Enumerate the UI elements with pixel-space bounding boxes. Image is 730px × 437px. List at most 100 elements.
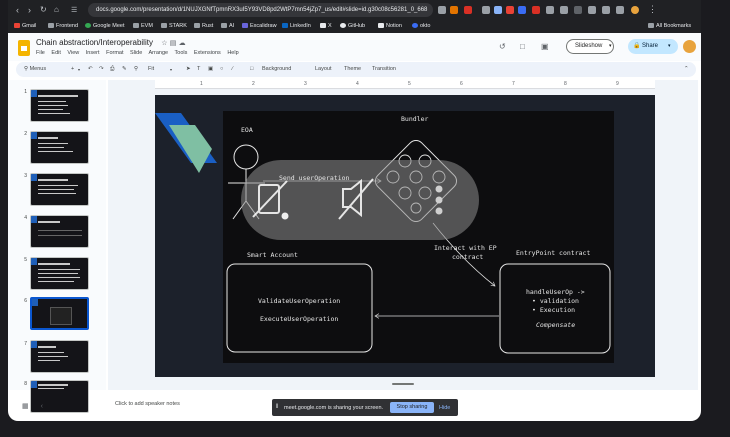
drag-handle-icon[interactable]: ‖ [276, 404, 278, 410]
image-icon[interactable]: ▣ [208, 66, 213, 72]
folder-icon [648, 23, 654, 28]
menu-insert[interactable]: Insert [86, 50, 100, 56]
tune-icon[interactable]: ☰ [71, 6, 77, 14]
collapse-panel-icon[interactable]: ‹ [41, 403, 43, 410]
resize-handle[interactable] [392, 383, 414, 385]
grid-view-icon[interactable]: ▦ [22, 403, 29, 410]
menu-edit[interactable]: Edit [51, 50, 60, 56]
background-button[interactable]: Background [262, 66, 291, 72]
extension-icon[interactable] [482, 6, 490, 14]
label-interact-2: contract [452, 253, 483, 261]
bookmark-item[interactable]: LinkedIn [282, 23, 311, 29]
slides-logo-icon[interactable] [18, 40, 30, 56]
menu-file[interactable]: File [36, 50, 45, 56]
slideshow-button[interactable]: Slideshow ▾ [566, 39, 614, 54]
theme-button[interactable]: Theme [344, 66, 361, 72]
line-icon[interactable]: ∕ [232, 66, 233, 72]
extension-icon[interactable] [574, 6, 582, 14]
stop-sharing-button[interactable]: Stop sharing [390, 402, 434, 413]
extension-icon[interactable] [494, 6, 502, 14]
history-icon[interactable]: ↺ [499, 42, 506, 51]
extension-icon[interactable] [546, 6, 554, 14]
menu-extensions[interactable]: Extensions [194, 50, 221, 56]
redo-icon[interactable]: ↷ [99, 66, 104, 72]
forward-icon[interactable]: › [28, 5, 31, 15]
transition-button[interactable]: Transition [372, 66, 396, 72]
extension-icon[interactable] [588, 6, 596, 14]
select-icon[interactable]: ➤ [186, 66, 191, 72]
notion-icon [378, 23, 384, 28]
move-icon[interactable]: ▤ [170, 40, 177, 47]
bookmark-item[interactable]: Excalidraw [242, 23, 277, 29]
comment-icon[interactable]: □ [520, 42, 525, 51]
browser-toolbar: ‹ › ↻ ⌂ ☰ docs.google.com/presentation/d… [8, 0, 701, 20]
search-menus[interactable]: ⚲ Menus [24, 66, 46, 72]
slide-thumbnail[interactable] [30, 173, 89, 206]
extension-icon[interactable] [560, 6, 568, 14]
undo-icon[interactable]: ↶ [88, 66, 93, 72]
bookmark-item[interactable]: AI [221, 23, 234, 29]
cloud-icon[interactable]: ☁ [179, 40, 186, 47]
zoom-select[interactable]: Fit [148, 66, 154, 72]
menu-arrange[interactable]: Arrange [149, 50, 169, 56]
menu-tools[interactable]: Tools [175, 50, 188, 56]
slide-number: 7 [24, 341, 27, 347]
slide-thumbnail[interactable] [30, 257, 89, 290]
all-bookmarks[interactable]: All Bookmarks [648, 23, 691, 29]
extension-icon[interactable] [506, 6, 514, 14]
bookmark-item[interactable]: Frontend [48, 23, 78, 29]
hide-button[interactable]: Hide [439, 405, 450, 411]
reload-icon[interactable]: ↻ [40, 5, 47, 14]
document-title[interactable]: Chain abstraction/Interoperability ☆ ▤ ☁ [36, 38, 186, 47]
zoom-icon[interactable]: ⚲ [134, 66, 138, 72]
extension-icon[interactable] [464, 6, 472, 14]
video-call-icon[interactable]: ▣ [541, 42, 549, 51]
extension-icon[interactable] [532, 6, 540, 14]
menu-slide[interactable]: Slide [130, 50, 142, 56]
home-icon[interactable]: ⌂ [54, 5, 59, 14]
bookmark-item[interactable]: Google Meet [85, 23, 125, 29]
menu-view[interactable]: View [67, 50, 79, 56]
slide-thumbnail[interactable] [30, 340, 89, 373]
chevron-down-icon[interactable]: ▾ [609, 40, 612, 53]
sidebar-icon[interactable] [616, 6, 624, 14]
extension-icon[interactable] [518, 6, 526, 14]
layout-button[interactable]: Layout [315, 66, 332, 72]
paint-format-icon[interactable]: ✎ [122, 66, 127, 72]
collapse-icon[interactable]: ⌃ [684, 66, 689, 72]
slide-thumbnail[interactable] [30, 131, 89, 164]
bookmark-item[interactable]: Notion [378, 23, 402, 29]
textbox-icon[interactable]: T [197, 66, 200, 72]
back-icon[interactable]: ‹ [16, 5, 19, 15]
slide-canvas[interactable]: EOA Bundler Send userOperation Interact … [155, 95, 655, 377]
share-page-icon[interactable] [438, 6, 446, 14]
bookmark-item[interactable]: STARK [161, 23, 187, 29]
new-slide-icon[interactable]: + [71, 66, 74, 72]
bookmark-item[interactable]: X [320, 23, 332, 29]
bookmark-item[interactable]: Rust [194, 23, 213, 29]
slide-number: 1 [24, 89, 27, 95]
avatar[interactable] [683, 40, 696, 53]
bookmark-item[interactable]: okto [412, 23, 430, 29]
print-icon[interactable]: ⎙ [110, 66, 114, 73]
chevron-down-icon[interactable]: ▾ [170, 67, 172, 72]
comment-add-icon[interactable]: □ [250, 66, 253, 72]
bookmark-item[interactable]: GitHub [340, 23, 365, 29]
label-handle: handleUserOp -> [526, 288, 585, 296]
bookmark-item[interactable]: Gmail [14, 23, 36, 29]
more-icon[interactable]: ⋮ [648, 4, 657, 15]
slide-thumbnail-selected[interactable] [30, 297, 89, 330]
slide-thumbnail[interactable] [30, 215, 89, 248]
menu-format[interactable]: Format [106, 50, 123, 56]
slide-thumbnail[interactable] [30, 89, 89, 122]
shape-icon[interactable]: ○ [220, 66, 223, 72]
address-bar[interactable]: docs.google.com/presentation/d/1NUJXGNfT… [88, 3, 433, 17]
profile-avatar[interactable] [631, 6, 639, 14]
share-button[interactable]: 🔒 Share ▾ [628, 39, 678, 54]
menu-help[interactable]: Help [227, 50, 238, 56]
extension-icon[interactable] [450, 6, 458, 14]
chevron-down-icon[interactable]: ▾ [78, 67, 80, 72]
extension-icon[interactable] [602, 6, 610, 14]
star-icon[interactable]: ☆ [161, 40, 167, 47]
bookmark-item[interactable]: EVM [133, 23, 153, 29]
